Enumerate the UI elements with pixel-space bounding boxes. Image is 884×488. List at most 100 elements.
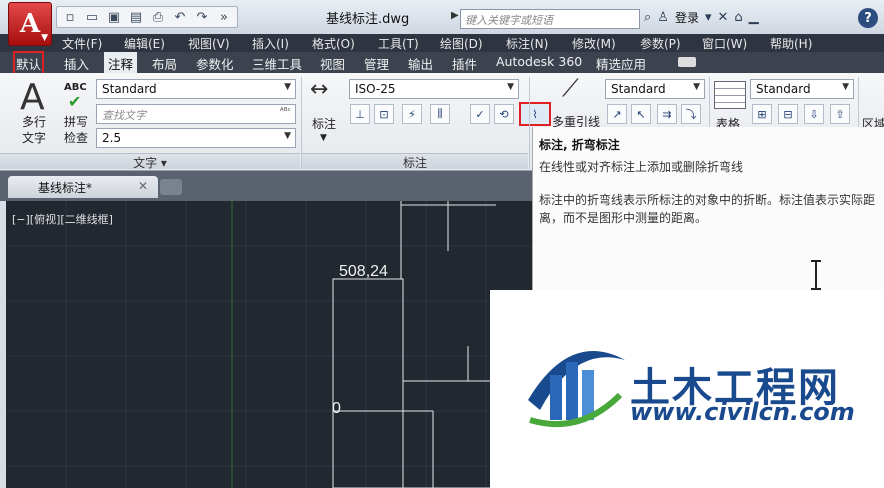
tab-autodesk-360[interactable]: Autodesk 360: [496, 54, 582, 69]
remove-leader-icon[interactable]: ↖: [631, 104, 651, 124]
tooltip-body: 标注中的折弯线表示所标注的对象中的折断。标注值表示实际距离，而不是图形中测量的距…: [539, 193, 876, 225]
login-link[interactable]: 登录: [675, 9, 699, 26]
link-data-icon[interactable]: ⊟: [778, 104, 798, 124]
jog-line-icon[interactable]: ⌇: [519, 102, 551, 126]
text-panel-footer[interactable]: 文字 ▾: [0, 153, 300, 170]
application-menu-button[interactable]: A ▼: [8, 2, 52, 46]
multileader-style-select[interactable]: Standard ▼: [605, 79, 705, 99]
dimension-style-select[interactable]: ISO-25 ▼: [349, 79, 519, 99]
tab-featured-apps[interactable]: 精选应用: [596, 54, 646, 73]
print-icon[interactable]: ⎙: [149, 8, 167, 26]
dropdown-icon[interactable]: ▾: [705, 10, 712, 25]
tab-layout[interactable]: 布局: [152, 54, 177, 73]
new-tab-button[interactable]: [160, 179, 182, 195]
grid: [6, 201, 532, 488]
menu-parametric[interactable]: 参数(P): [640, 35, 681, 52]
menu-bar: 文件(F) 编辑(E) 视图(V) 插入(I) 格式(O) 工具(T) 绘图(D…: [0, 34, 884, 52]
binoculars-icon[interactable]: ⌕: [644, 10, 651, 25]
ribbon-toggle-icon[interactable]: [678, 57, 696, 67]
tab-home[interactable]: 默认: [12, 51, 45, 76]
quick-dimension-icon[interactable]: ⊥: [350, 104, 370, 124]
multileader-style-value: Standard: [611, 82, 666, 96]
drawing-geometry[interactable]: [332, 201, 504, 488]
find-text-input[interactable]: 查找文字 ᴬᴮᶜ: [96, 104, 296, 124]
viewport-label[interactable]: [−][俯视][二维线框]: [12, 211, 113, 227]
align-leader-icon[interactable]: ⇉: [657, 104, 677, 124]
quick-access-toolbar: ▫ ▭ ▣ ▤ ⎙ ↶ ↷ »: [56, 6, 238, 28]
new-file-icon[interactable]: ▫: [61, 8, 79, 26]
update-dimension-icon[interactable]: ⟲: [494, 104, 514, 124]
table-icon[interactable]: [714, 81, 746, 109]
menu-tools[interactable]: 工具(T): [378, 35, 419, 52]
save-as-icon[interactable]: ▤: [127, 8, 145, 26]
tab-output[interactable]: 输出: [408, 54, 433, 73]
dimension-text-2[interactable]: 0: [332, 400, 341, 417]
more-icon[interactable]: »: [215, 8, 233, 26]
tab-insert[interactable]: 插入: [64, 54, 89, 73]
menu-window[interactable]: 窗口(W): [702, 35, 747, 52]
table-style-value: Standard: [756, 82, 811, 96]
text-height-select[interactable]: 2.5 ▼: [96, 128, 296, 148]
multiline-text-label-1[interactable]: 多行: [22, 115, 46, 129]
dimension-space-icon[interactable]: ⚡: [402, 104, 422, 124]
user-icon[interactable]: ♙: [657, 10, 669, 25]
menu-view[interactable]: 视图(V): [188, 35, 230, 52]
multileader-icon[interactable]: ⟋: [562, 76, 579, 100]
drawing-canvas[interactable]: 508,24 0 [−][俯视][二维线框]: [6, 201, 532, 488]
save-icon[interactable]: ▣: [105, 8, 123, 26]
menu-insert[interactable]: 插入(I): [252, 35, 289, 52]
extract-data-icon[interactable]: ⊞: [752, 104, 772, 124]
minimize-icon[interactable]: ▁: [749, 10, 759, 25]
help-button[interactable]: ?: [858, 8, 878, 28]
dimension-label[interactable]: 标注: [312, 117, 336, 131]
search-input[interactable]: 键入关键字或短语: [460, 9, 640, 29]
watermark-logo-icon: [528, 351, 625, 428]
text-style-select[interactable]: Standard ▼: [96, 79, 296, 99]
tooltip-title: 标注, 折弯标注: [539, 138, 620, 152]
document-tab[interactable]: 基线标注* ✕: [8, 176, 158, 198]
multiline-text-label-2[interactable]: 文字: [22, 131, 46, 145]
menu-modify[interactable]: 修改(M): [572, 35, 616, 52]
open-file-icon[interactable]: ▭: [83, 8, 101, 26]
table-style-select[interactable]: Standard ▼: [750, 79, 854, 99]
baseline-dimension-icon[interactable]: ⫼: [430, 104, 450, 124]
tab-view[interactable]: 视图: [320, 54, 345, 73]
spell-check-label-2[interactable]: 检查: [64, 131, 88, 145]
inspect-dimension-icon[interactable]: ✓: [470, 104, 490, 124]
tab-3d-tools[interactable]: 三维工具: [252, 54, 302, 73]
download-data-icon[interactable]: ⇩: [804, 104, 824, 124]
document-title: 基线标注.dwg: [326, 12, 410, 27]
menu-dimension[interactable]: 标注(N): [506, 35, 548, 52]
tab-manage[interactable]: 管理: [364, 54, 389, 73]
tab-parametric[interactable]: 参数化: [196, 54, 234, 73]
upload-data-icon[interactable]: ⇧: [830, 104, 850, 124]
menu-help[interactable]: 帮助(H): [770, 35, 812, 52]
continue-dimension-icon[interactable]: ⊡: [374, 104, 394, 124]
search-expand-icon[interactable]: ▶: [451, 10, 459, 21]
dimension-panel-title: 标注: [402, 156, 427, 170]
menu-file[interactable]: 文件(F): [62, 35, 102, 52]
menu-format[interactable]: 格式(O): [312, 35, 355, 52]
collect-leader-icon[interactable]: ⤵: [681, 104, 701, 124]
dimension-panel-footer[interactable]: 标注: [302, 153, 528, 170]
spell-check-label-1[interactable]: 拼写: [64, 115, 88, 129]
tooltip-description: 在线性或对齐标注上添加或删除折弯线: [539, 160, 744, 174]
tab-plugins[interactable]: 插件: [452, 54, 477, 73]
tab-annotate[interactable]: 注释: [104, 52, 138, 73]
linear-dimension-icon[interactable]: ↔: [310, 79, 328, 101]
store-icon[interactable]: ⌂: [734, 10, 742, 25]
ribbon-tabs: 默认 插入 注释 布局 参数化 三维工具 视图 管理 输出 插件 Autodes…: [0, 51, 884, 76]
menu-edit[interactable]: 编辑(E): [124, 35, 165, 52]
undo-icon[interactable]: ↶: [171, 8, 189, 26]
add-leader-icon[interactable]: ↗: [607, 104, 627, 124]
exchange-icon[interactable]: ✕: [717, 10, 728, 25]
dimension-chevron-icon[interactable]: ▼: [320, 131, 327, 145]
close-tab-icon[interactable]: ✕: [138, 179, 148, 193]
drawing-svg: 508,24 0: [6, 201, 532, 488]
multiline-text-icon[interactable]: A: [20, 77, 45, 118]
title-right-icons: ⌕ ♙ 登录 ▾ ✕ ⌂ ▁: [644, 9, 759, 26]
menu-draw[interactable]: 绘图(D): [440, 35, 483, 52]
dimension-text-1[interactable]: 508,24: [339, 263, 388, 280]
redo-icon[interactable]: ↷: [193, 8, 211, 26]
find-abc-icon[interactable]: ᴬᴮᶜ: [280, 107, 291, 117]
